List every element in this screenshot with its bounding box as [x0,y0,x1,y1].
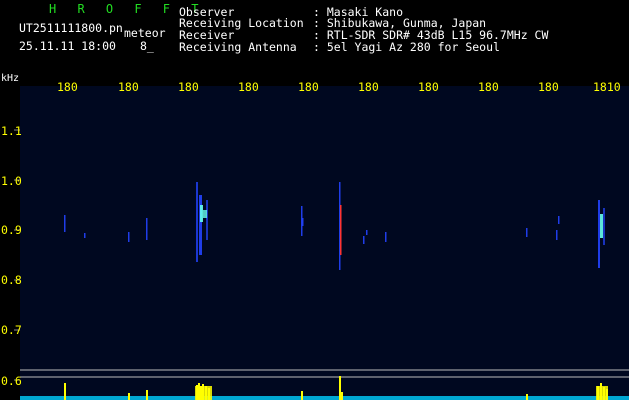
amplitude-spike [301,391,303,400]
y-tick-label: 1.1 [1,124,22,138]
amplitude-baseline [20,396,629,400]
signal-speck [366,230,368,235]
meteor-echo [206,200,208,240]
x-tick-label: 1810 [593,80,621,94]
amplitude-burst [195,386,212,400]
amplitude-spike [341,392,343,400]
signal-speck [146,218,148,240]
signal-speck [526,228,528,237]
tag-label: meteor [124,26,166,40]
meteor-echo [598,200,600,268]
meteor-echo-red [340,205,342,255]
signal-speck [84,233,86,238]
x-tick-label: 180 [358,80,379,94]
y-tick-label: 0.6 [1,374,22,388]
amplitude-spike [64,383,66,400]
meteor-echo-core [600,214,603,238]
signal-speck [363,236,365,244]
signal-speck [302,218,304,226]
amplitude-spike [146,390,148,400]
signal-speck [558,216,560,224]
meteor-echo-core [200,205,203,222]
x-tick-label: 180 [118,80,139,94]
count-label: 8_ [140,39,154,53]
x-tick-label: 180 [538,80,559,94]
signal-speck [385,232,387,242]
y-tick-label: 0.7 [1,323,22,337]
meteor-echo-core [203,210,207,218]
timestamp: 25.11.11 18:00 [19,39,116,53]
x-tick-label: 180 [298,80,319,94]
spectrogram [14,129,629,400]
y-tick-label: 0.8 [1,273,22,287]
x-tick-label: 180 [57,80,78,94]
amplitude-spike [128,393,130,400]
meteor-echo [196,182,198,262]
x-tick-label: 180 [418,80,439,94]
signal-speck [128,232,130,242]
meteor-echo [199,195,202,255]
antenna-label: Receiving Antenna [179,40,297,54]
signal-speck [64,215,66,232]
signal-speck [556,230,558,240]
filename: UT2511111800.pn [19,21,123,35]
unit-label: kHz [1,73,20,84]
amplitude-spike [339,376,341,400]
y-tick-label: 0.9 [1,223,22,237]
x-tick-label: 180 [478,80,499,94]
amplitude-spike [526,394,528,400]
amplitude-burst [596,386,608,400]
y-tick-label: 1.0 [1,174,22,188]
antenna-value: : 5el Yagi Az 280 for Seoul [313,40,500,54]
x-tick-label: 180 [238,80,259,94]
x-tick-label: 180 [178,80,199,94]
meteor-echo [603,208,605,245]
